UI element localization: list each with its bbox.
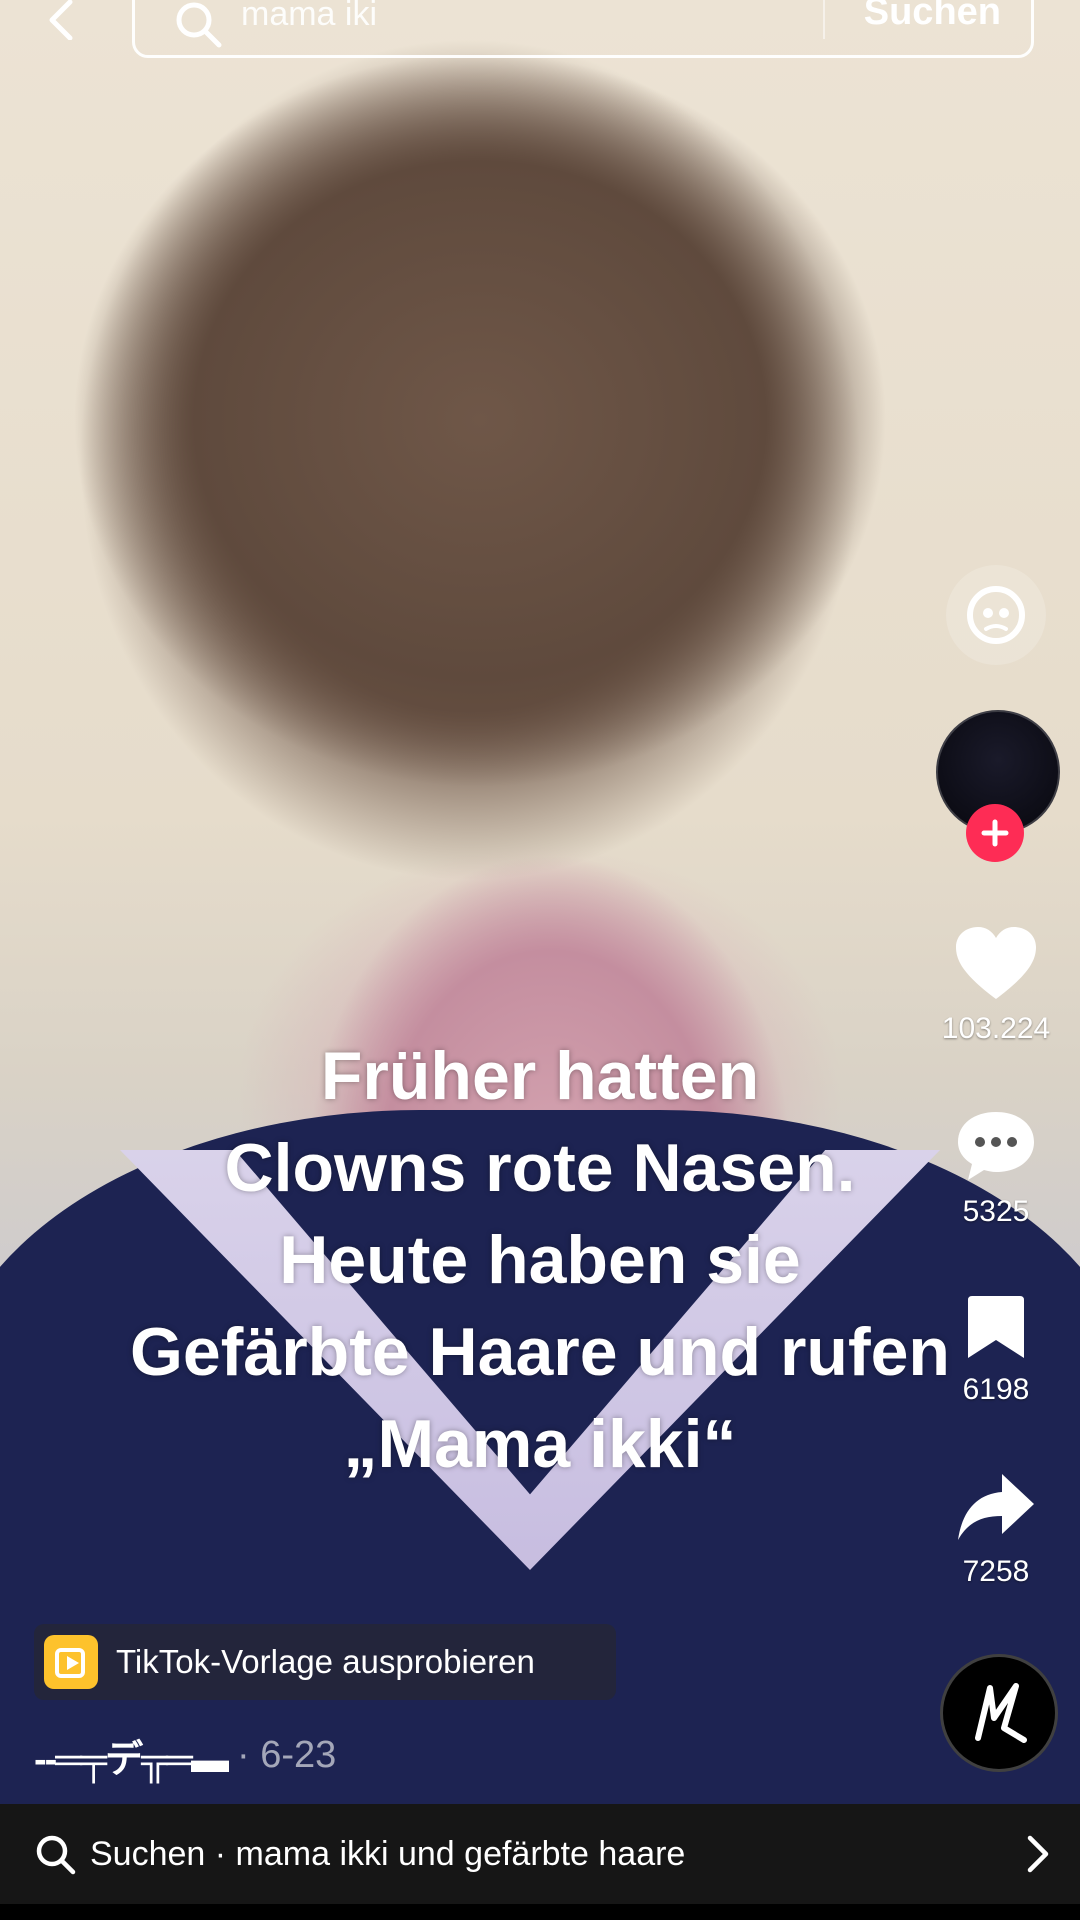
back-button[interactable] [40, 0, 80, 40]
comment-button[interactable]: 5325 [921, 1108, 1071, 1229]
follow-button[interactable] [966, 804, 1024, 862]
save-count: 6198 [962, 1373, 1030, 1406]
comment-icon [958, 1112, 1034, 1180]
comment-count: 5325 [962, 1195, 1030, 1228]
heart-icon [956, 927, 1036, 999]
caption-line: Clowns rote Nasen. [224, 1130, 856, 1206]
like-button[interactable]: 103.224 [921, 925, 1071, 1046]
sound-disc[interactable] [940, 1654, 1058, 1772]
related-search-bar[interactable]: Suchen · mama ikki und gefärbte haare [0, 1804, 1080, 1904]
bottom-edge [0, 1904, 1080, 1920]
video-caption: Früher hatten Clowns rote Nasen. Heute h… [60, 1030, 1020, 1490]
chevron-right-icon [1027, 1835, 1049, 1873]
template-label: TikTok-Vorlage ausprobieren [116, 1643, 535, 1680]
back-arrow-icon [49, 0, 73, 40]
sticker-face-icon [967, 586, 1025, 644]
bookmark-icon [968, 1296, 1024, 1358]
caption-line: Gefärbte Haare und rufen [130, 1314, 950, 1390]
video-player[interactable] [0, 0, 1080, 1804]
video-frame-hair [0, 0, 1020, 900]
like-count: 103.224 [941, 1012, 1051, 1045]
search-input[interactable]: mama iki [241, 0, 377, 34]
sticker-button[interactable] [946, 565, 1046, 665]
share-icon [958, 1474, 1034, 1540]
post-meta: --═╤デ╦═▬ · 6-23 [34, 1728, 337, 1783]
save-button[interactable]: 6198 [921, 1292, 1071, 1407]
search-submit-button[interactable]: Suchen [864, 0, 1001, 34]
search-bar[interactable]: mama iki Suchen [132, 0, 1034, 58]
share-count: 7258 [962, 1555, 1030, 1588]
template-icon [44, 1635, 98, 1689]
sound-logo-icon [975, 1683, 1027, 1743]
caption-line: Früher hatten [320, 1038, 760, 1114]
caption-line: „Mama ikki“ [343, 1406, 737, 1482]
caption-line: Heute haben sie [279, 1222, 801, 1298]
plus-icon [981, 819, 1009, 847]
search-icon [36, 1835, 76, 1875]
post-date: · 6-23 [237, 1733, 337, 1776]
template-chip[interactable]: TikTok-Vorlage ausprobieren [34, 1624, 616, 1700]
share-button[interactable]: 7258 [921, 1470, 1071, 1589]
related-search-text: Suchen · mama ikki und gefärbte haare [90, 1834, 686, 1873]
search-icon [176, 2, 222, 48]
creator-handle[interactable]: --═╤デ╦═▬ [34, 1728, 229, 1783]
search-divider [823, 0, 825, 39]
